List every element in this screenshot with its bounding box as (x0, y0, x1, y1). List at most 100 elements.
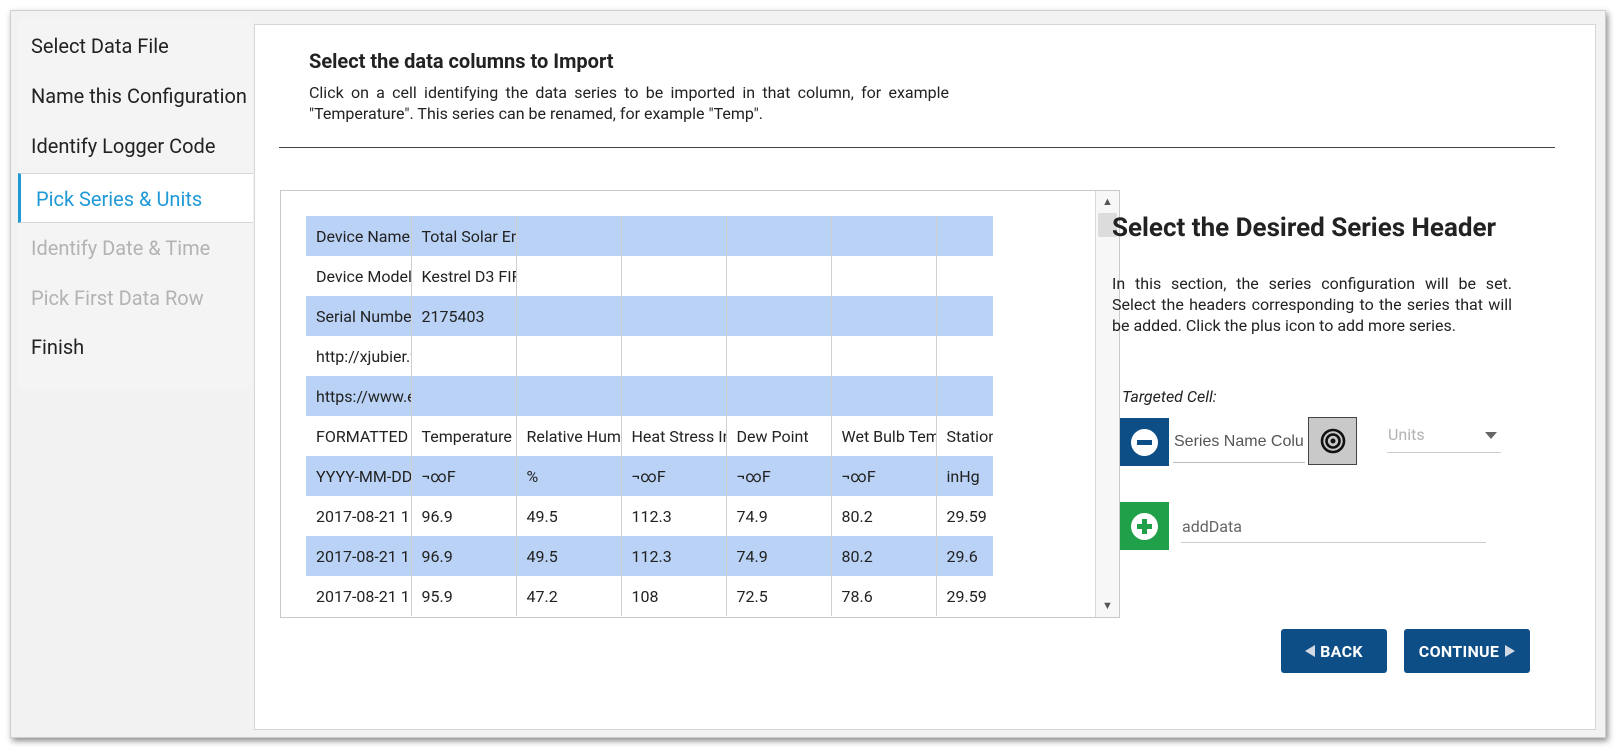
table-cell[interactable]: Device Name (306, 216, 412, 256)
step-select-data-file[interactable]: Select Data File (18, 21, 253, 71)
table-cell[interactable]: 49.5 (516, 536, 622, 576)
table-row: 2017-08-21 1 96.9 49.5 112.3 74.9 80.2 29.59 (306, 496, 993, 536)
table-cell[interactable] (621, 216, 727, 256)
units-select[interactable]: Units (1387, 423, 1501, 453)
remove-series-button[interactable] (1120, 418, 1169, 466)
table-cell[interactable] (411, 336, 517, 376)
table-cell[interactable]: Device Model (306, 256, 412, 296)
table-cell[interactable]: Kestrel D3 FIRE (411, 256, 517, 296)
series-name-input[interactable]: Series Name Column (1173, 427, 1305, 463)
table-row: Device ModelKestrel D3 FIRE (306, 256, 993, 296)
step-label: Identify Logger Code (31, 134, 216, 158)
table-cell[interactable]: 95.9 (411, 576, 517, 616)
table-cell[interactable] (621, 336, 727, 376)
table-cell[interactable] (621, 376, 727, 416)
step-finish[interactable]: Finish (18, 322, 253, 372)
table-cell[interactable] (726, 256, 832, 296)
table-cell[interactable]: 2017-08-21 1 (306, 496, 412, 536)
table-cell[interactable]: Heat Stress Index (621, 416, 727, 456)
table-cell[interactable]: 96.9 (411, 496, 517, 536)
table-cell[interactable]: 29.59 (936, 496, 993, 536)
step-identify-logger-code[interactable]: Identify Logger Code (18, 121, 253, 171)
table-cell[interactable] (936, 376, 993, 416)
table-cell[interactable] (936, 296, 993, 336)
chevron-down-icon (1485, 432, 1497, 439)
table-cell[interactable]: Relative Humidity (516, 416, 622, 456)
table-cell[interactable] (516, 216, 622, 256)
table-row: Device NameTotal Solar Energy (306, 216, 993, 256)
table-cell[interactable]: 29.6 (936, 536, 993, 576)
table-cell[interactable]: 74.9 (726, 536, 832, 576)
table-cell[interactable] (831, 376, 937, 416)
table-row: https://www.example (306, 376, 993, 416)
table-cell[interactable]: Serial Number (306, 296, 412, 336)
table-cell[interactable] (621, 256, 727, 296)
table-cell[interactable]: 29.59 (936, 576, 993, 616)
table-cell[interactable]: ¬∞F (621, 456, 727, 496)
table-cell[interactable] (726, 336, 832, 376)
table-cell[interactable]: ¬∞F (411, 456, 517, 496)
units-placeholder: Units (1388, 425, 1425, 444)
table-cell[interactable] (831, 216, 937, 256)
divider (279, 147, 1555, 148)
table-cell[interactable]: 108 (621, 576, 727, 616)
table-cell[interactable]: 112.3 (621, 496, 727, 536)
continue-label: CONTINUE (1418, 641, 1500, 661)
target-cell-button[interactable] (1308, 417, 1357, 465)
table-cell[interactable] (516, 336, 622, 376)
table-cell[interactable]: 47.2 (516, 576, 622, 616)
table-cell[interactable]: https://www.example (306, 376, 412, 416)
table-cell[interactable]: 74.9 (726, 496, 832, 536)
table-cell[interactable]: Dew Point (726, 416, 832, 456)
table-cell[interactable]: http://xjubier.free.fr (306, 336, 412, 376)
table-cell[interactable]: 2175403 (411, 296, 517, 336)
table-cell[interactable]: 80.2 (831, 496, 937, 536)
back-button[interactable]: BACK (1281, 629, 1387, 673)
vertical-scrollbar[interactable]: ▲ ▼ (1095, 191, 1119, 617)
table-cell[interactable]: 2017-08-21 1 (306, 576, 412, 616)
table-cell[interactable] (831, 296, 937, 336)
continue-button[interactable]: CONTINUE (1404, 629, 1530, 673)
table-cell[interactable]: 112.3 (621, 536, 727, 576)
table-cell[interactable] (726, 376, 832, 416)
add-data-input[interactable]: addData (1181, 513, 1486, 543)
table-cell[interactable]: FORMATTED DATE-TIME (306, 416, 412, 456)
table-cell[interactable] (516, 296, 622, 336)
table-cell[interactable]: 2017-08-21 1 (306, 536, 412, 576)
add-series-button[interactable] (1120, 502, 1169, 550)
step-label: Select Data File (31, 34, 169, 58)
table-cell[interactable]: 72.5 (726, 576, 832, 616)
data-preview-table: Device NameTotal Solar EnergyDevice Mode… (280, 190, 1120, 618)
table-cell[interactable]: Total Solar Energy (411, 216, 517, 256)
table-cell[interactable] (726, 296, 832, 336)
plus-circle-icon (1131, 512, 1158, 540)
arrow-left-icon (1305, 645, 1316, 657)
table-cell[interactable] (936, 336, 993, 376)
step-name-configuration[interactable]: Name this Configuration (18, 71, 253, 121)
table-cell[interactable]: 96.9 (411, 536, 517, 576)
table-cell[interactable]: Temperature (411, 416, 517, 456)
table-cell[interactable] (831, 336, 937, 376)
table-cell[interactable]: 80.2 (831, 536, 937, 576)
table-cell[interactable]: inHg (936, 456, 993, 496)
table-cell[interactable]: 49.5 (516, 496, 622, 536)
table-cell[interactable]: % (516, 456, 622, 496)
table-cell[interactable]: YYYY-MM-DD (306, 456, 412, 496)
table-cell[interactable] (516, 256, 622, 296)
table-cell[interactable] (621, 296, 727, 336)
table-cell[interactable] (936, 216, 993, 256)
table-cell[interactable] (411, 376, 517, 416)
table-cell[interactable] (516, 376, 622, 416)
table-cell[interactable]: Station Pressure (936, 416, 993, 456)
table-cell[interactable] (831, 256, 937, 296)
scroll-up-icon[interactable]: ▲ (1096, 191, 1119, 213)
table-cell[interactable] (936, 256, 993, 296)
table-cell[interactable]: Wet Bulb Temp (831, 416, 937, 456)
scroll-down-icon[interactable]: ▼ (1096, 595, 1119, 617)
table-cell[interactable]: ¬∞F (726, 456, 832, 496)
table-cell[interactable]: 78.6 (831, 576, 937, 616)
step-identify-date-time: Identify Date & Time (18, 223, 253, 273)
step-pick-series-units[interactable]: Pick Series & Units (18, 173, 253, 223)
table-cell[interactable]: ¬∞F (831, 456, 937, 496)
table-cell[interactable] (726, 216, 832, 256)
